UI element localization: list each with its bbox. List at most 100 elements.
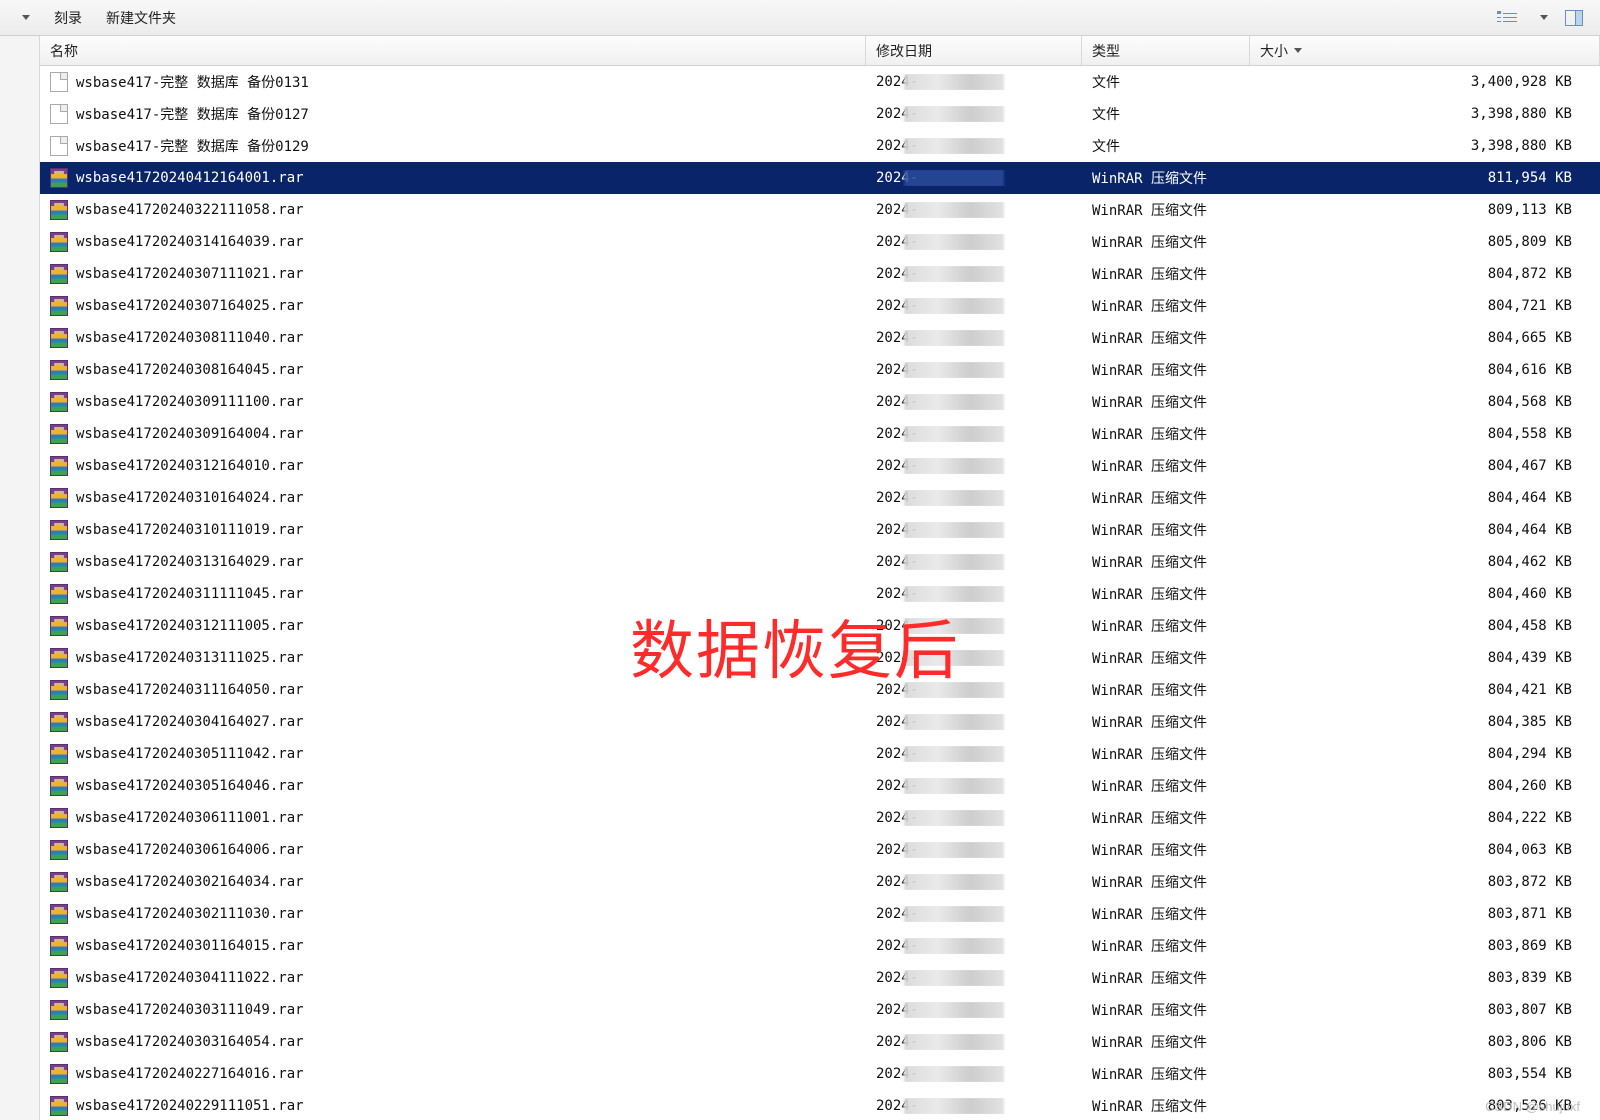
- rar-archive-icon: [50, 904, 68, 924]
- file-row[interactable]: wsbase41720240322111058.rar2024-WinRAR 压…: [40, 194, 1600, 226]
- chevron-down-icon: [22, 15, 30, 20]
- file-size-cell: 3,398,880 KB: [1250, 106, 1600, 122]
- toolbar-dropdown[interactable]: [8, 11, 40, 24]
- file-row[interactable]: wsbase41720240302164034.rar2024-WinRAR 压…: [40, 866, 1600, 898]
- file-size-cell: 804,665 KB: [1250, 330, 1600, 346]
- file-row[interactable]: wsbase41720240307164025.rar2024-WinRAR 压…: [40, 290, 1600, 322]
- file-date-cell: 2024-: [866, 490, 1082, 506]
- file-row[interactable]: wsbase41720240311164050.rar2024-WinRAR 压…: [40, 674, 1600, 706]
- new-folder-button[interactable]: 新建文件夹: [96, 4, 186, 32]
- column-header-size[interactable]: 大小: [1250, 36, 1600, 65]
- file-row[interactable]: wsbase41720240306111001.rar2024-WinRAR 压…: [40, 802, 1600, 834]
- file-name-cell: wsbase41720240305164046.rar: [40, 776, 866, 796]
- file-date-cell: 2024-: [866, 74, 1082, 90]
- file-type-cell: WinRAR 压缩文件: [1082, 968, 1250, 988]
- rar-archive-icon: [50, 456, 68, 476]
- rar-archive-icon: [50, 712, 68, 732]
- file-size-cell: 804,421 KB: [1250, 682, 1600, 698]
- file-type-cell: 文件: [1082, 136, 1250, 156]
- file-type-cell: WinRAR 压缩文件: [1082, 1064, 1250, 1084]
- file-row[interactable]: wsbase41720240301164015.rar2024-WinRAR 压…: [40, 930, 1600, 962]
- file-row[interactable]: wsbase41720240305164046.rar2024-WinRAR 压…: [40, 770, 1600, 802]
- file-row[interactable]: wsbase41720240303164054.rar2024-WinRAR 压…: [40, 1026, 1600, 1058]
- file-type-cell: WinRAR 压缩文件: [1082, 872, 1250, 892]
- file-type-cell: 文件: [1082, 72, 1250, 92]
- file-date-cell: 2024-: [866, 362, 1082, 378]
- file-name-cell: wsbase41720240310164024.rar: [40, 488, 866, 508]
- redacted-date-icon: [904, 1066, 1004, 1082]
- redacted-date-icon: [904, 970, 1004, 986]
- column-header-date[interactable]: 修改日期: [866, 36, 1082, 65]
- file-row[interactable]: wsbase417-完整 数据库 备份01312024-文件3,400,928 …: [40, 66, 1600, 98]
- file-date-cell: 2024-: [866, 970, 1082, 986]
- file-row[interactable]: wsbase41720240310164024.rar2024-WinRAR 压…: [40, 482, 1600, 514]
- file-row[interactable]: wsbase41720240305111042.rar2024-WinRAR 压…: [40, 738, 1600, 770]
- file-date-cell: 2024-: [866, 1066, 1082, 1082]
- column-header-type[interactable]: 类型: [1082, 36, 1250, 65]
- file-row[interactable]: wsbase41720240308164045.rar 2024-WinRAR 压…: [40, 354, 1600, 386]
- burn-button[interactable]: 刻录: [44, 4, 92, 32]
- file-date-cell: 2024-: [866, 1098, 1082, 1114]
- file-date-cell: 2024-: [866, 778, 1082, 794]
- file-type-cell: WinRAR 压缩文件: [1082, 264, 1250, 284]
- file-size-cell: 804,464 KB: [1250, 522, 1600, 538]
- file-size-cell: 803,872 KB: [1250, 874, 1600, 890]
- file-row[interactable]: wsbase41720240227164016.rar2024-WinRAR 压…: [40, 1058, 1600, 1090]
- file-type-cell: WinRAR 压缩文件: [1082, 1032, 1250, 1052]
- file-size-cell: 803,807 KB: [1250, 1002, 1600, 1018]
- file-row[interactable]: wsbase41720240312164010.rar2024-WinRAR 压…: [40, 450, 1600, 482]
- view-list-icon[interactable]: [1500, 9, 1520, 27]
- file-row[interactable]: wsbase41720240309164004.rar2024-WinRAR 压…: [40, 418, 1600, 450]
- file-name-label: wsbase41720240313111025.rar: [76, 650, 304, 666]
- rar-archive-icon: [50, 840, 68, 860]
- file-name-label: wsbase41720240308164045.rar: [76, 362, 304, 378]
- file-row[interactable]: wsbase41720240304164027.rar2024-WinRAR 压…: [40, 706, 1600, 738]
- redacted-date-icon: [904, 714, 1004, 730]
- file-name-cell: wsbase41720240322111058.rar: [40, 200, 866, 220]
- file-date-cell: 2024-: [866, 586, 1082, 602]
- file-name-cell: wsbase41720240313164029.rar: [40, 552, 866, 572]
- file-size-cell: 804,458 KB: [1250, 618, 1600, 634]
- file-row[interactable]: wsbase41720240314164039.rar2024-WinRAR 压…: [40, 226, 1600, 258]
- file-row[interactable]: wsbase41720240307111021.rar2024-WinRAR 压…: [40, 258, 1600, 290]
- file-row[interactable]: wsbase41720240313164029.rar2024-WinRAR 压…: [40, 546, 1600, 578]
- toolbar-right: [1500, 9, 1592, 27]
- file-row[interactable]: wsbase41720240304111022.rar2024-WinRAR 压…: [40, 962, 1600, 994]
- file-size-cell: 3,398,880 KB: [1250, 138, 1600, 154]
- file-date-cell: 2024-: [866, 554, 1082, 570]
- file-row[interactable]: wsbase41720240309111100.rar2024-WinRAR 压…: [40, 386, 1600, 418]
- file-date-cell: 2024-: [866, 522, 1082, 538]
- file-size-cell: 805,809 KB: [1250, 234, 1600, 250]
- file-row[interactable]: wsbase41720240310111019.rar2024-WinRAR 压…: [40, 514, 1600, 546]
- file-type-cell: WinRAR 压缩文件: [1082, 616, 1250, 636]
- file-row[interactable]: wsbase417-完整 数据库 备份01292024-文件3,398,880 …: [40, 130, 1600, 162]
- file-row[interactable]: wsbase41720240229111051.rar2024-WinRAR 压…: [40, 1090, 1600, 1120]
- file-type-cell: WinRAR 压缩文件: [1082, 584, 1250, 604]
- file-row[interactable]: wsbase41720240311111045.rar2024-WinRAR 压…: [40, 578, 1600, 610]
- file-row[interactable]: wsbase41720240313111025.rar2024-WinRAR 压…: [40, 642, 1600, 674]
- file-size-cell: 804,385 KB: [1250, 714, 1600, 730]
- file-date-cell: 2024-: [866, 874, 1082, 890]
- document-icon: [50, 72, 68, 92]
- file-name-cell: wsbase41720240303164054.rar: [40, 1032, 866, 1052]
- document-icon: [50, 104, 68, 124]
- preview-pane-icon[interactable]: [1564, 9, 1584, 27]
- file-date-cell: 2024-: [866, 106, 1082, 122]
- file-type-cell: WinRAR 压缩文件: [1082, 328, 1250, 348]
- file-row[interactable]: wsbase41720240412164001.rar2024-WinRAR 压…: [40, 162, 1600, 194]
- redacted-date-icon: [904, 266, 1004, 282]
- file-type-cell: WinRAR 压缩文件: [1082, 360, 1250, 380]
- file-size-cell: 804,294 KB: [1250, 746, 1600, 762]
- file-name-cell: wsbase41720240307164025.rar: [40, 296, 866, 316]
- file-row[interactable]: wsbase41720240302111030.rar2024-WinRAR 压…: [40, 898, 1600, 930]
- file-row[interactable]: wsbase41720240303111049.rar2024-WinRAR 压…: [40, 994, 1600, 1026]
- file-row[interactable]: wsbase41720240308111040.rar2024-WinRAR 压…: [40, 322, 1600, 354]
- file-name-cell: wsbase417-完整 数据库 备份0127: [40, 104, 866, 124]
- file-date-cell: 2024-: [866, 138, 1082, 154]
- view-dropdown-icon[interactable]: [1532, 9, 1552, 27]
- sort-indicator-icon: [1294, 48, 1302, 53]
- file-row[interactable]: wsbase41720240306164006.rar2024-WinRAR 压…: [40, 834, 1600, 866]
- column-header-name[interactable]: 名称: [40, 36, 866, 65]
- file-row[interactable]: wsbase417-完整 数据库 备份01272024-文件3,398,880 …: [40, 98, 1600, 130]
- file-row[interactable]: wsbase41720240312111005.rar2024-WinRAR 压…: [40, 610, 1600, 642]
